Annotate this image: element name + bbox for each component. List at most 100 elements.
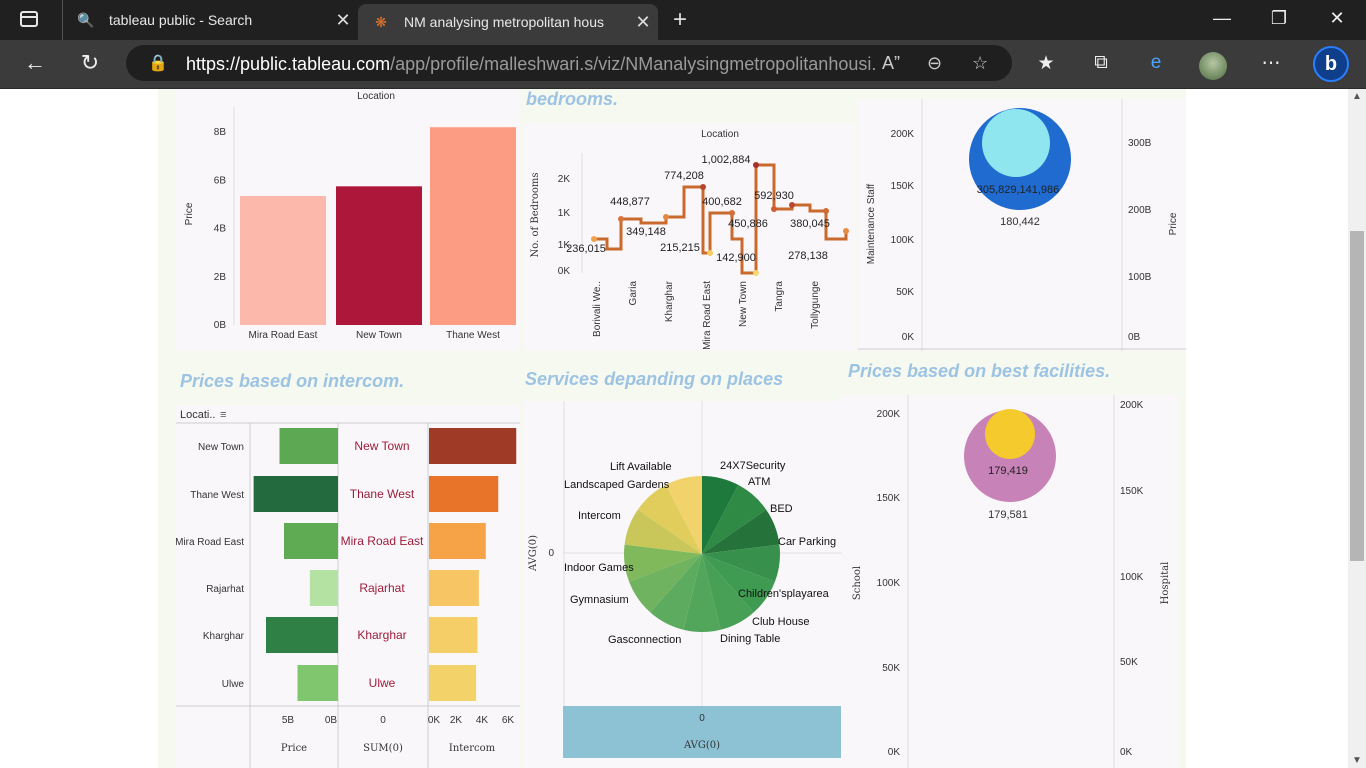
data-label: 236,015 bbox=[566, 243, 606, 255]
price-bar[interactable] bbox=[309, 570, 338, 606]
slice-label: Dining Table bbox=[720, 633, 780, 645]
intercom-bar[interactable] bbox=[429, 476, 499, 512]
scroll-down-icon[interactable]: ▼ bbox=[1352, 755, 1362, 766]
page-scrollbar[interactable]: ▲ ▼ bbox=[1348, 89, 1366, 768]
zoom-out-icon[interactable]: ⊖ bbox=[927, 53, 942, 74]
refresh-icon[interactable]: ↻ bbox=[75, 50, 105, 76]
url-text[interactable]: https://public.tableau.com/app/profile/m… bbox=[186, 54, 876, 75]
intercom-chart: Locati.. ≡ New Town New Town Thane West Tha… bbox=[175, 409, 520, 768]
line-point[interactable] bbox=[771, 206, 777, 212]
slice-label: Gasconnection bbox=[608, 634, 681, 646]
y-tick: 200K bbox=[1120, 400, 1144, 411]
line-point[interactable] bbox=[753, 270, 759, 276]
line-point[interactable] bbox=[823, 208, 829, 214]
minimize-button[interactable]: — bbox=[1207, 8, 1237, 29]
y-tick: 0K bbox=[1120, 747, 1133, 758]
price-bar-chart: Location Price 0B 2B 4B 6B 8B Mira Road East… bbox=[184, 91, 516, 341]
inner-bubble[interactable] bbox=[985, 409, 1035, 459]
line-point[interactable] bbox=[789, 202, 795, 208]
more-icon[interactable]: ⋯ bbox=[1258, 52, 1284, 75]
intercom-bar[interactable] bbox=[429, 570, 479, 606]
close-tab-icon[interactable]: ✕ bbox=[328, 10, 358, 31]
collections-icon[interactable]: ⧉ bbox=[1088, 52, 1114, 74]
intercom-bar[interactable] bbox=[429, 617, 478, 653]
facilities-bubble-chart: School Hospital 0K 50K 100K 150K 200K 0K 50K 1… bbox=[852, 395, 1171, 768]
scroll-thumb[interactable] bbox=[1350, 231, 1364, 561]
line-point[interactable] bbox=[843, 228, 849, 234]
bar[interactable] bbox=[430, 127, 516, 325]
intercom-bar[interactable] bbox=[429, 428, 517, 464]
right-axis-label: Hospital bbox=[1160, 562, 1171, 605]
line-point[interactable] bbox=[729, 210, 735, 216]
tab-tableau[interactable]: ❋ NM analysing metropolitan hous ✕ bbox=[358, 4, 658, 40]
read-aloud-icon[interactable]: A” bbox=[882, 53, 900, 74]
line-point[interactable] bbox=[663, 214, 669, 220]
line-point[interactable] bbox=[591, 236, 597, 242]
intercom-bar[interactable] bbox=[429, 665, 477, 701]
slice-label: BED bbox=[770, 503, 793, 515]
line-point[interactable] bbox=[753, 162, 759, 168]
y-tick: 4B bbox=[214, 224, 227, 235]
line-point[interactable] bbox=[707, 250, 713, 256]
y-tick: 200K bbox=[877, 409, 901, 420]
slice-label: Lift Available bbox=[610, 461, 672, 473]
close-tab-icon[interactable]: ✕ bbox=[628, 12, 658, 33]
back-icon[interactable]: ← bbox=[20, 50, 50, 76]
profile-avatar[interactable] bbox=[1199, 52, 1227, 80]
intercom-bar[interactable] bbox=[429, 523, 486, 559]
add-favorite-icon[interactable]: ☆ bbox=[972, 53, 988, 74]
favorites-icon[interactable]: ★ bbox=[1033, 52, 1059, 75]
data-label: 349,148 bbox=[626, 226, 666, 238]
inner-bubble[interactable] bbox=[982, 109, 1050, 177]
data-label: 278,138 bbox=[788, 250, 828, 262]
x-tick: 0 bbox=[380, 715, 386, 726]
price-bar[interactable] bbox=[266, 617, 338, 653]
y-tick: 8B bbox=[214, 127, 227, 138]
tab-actions-icon[interactable] bbox=[20, 11, 38, 27]
services-pie-panel: AVG(0) 0 24X7Security ATM BED Car Parking Ch… bbox=[524, 401, 856, 768]
close-window-button[interactable]: ✕ bbox=[1322, 8, 1352, 29]
left-axis-label: Maintenance Staff bbox=[866, 184, 877, 265]
price-bar[interactable] bbox=[253, 476, 338, 512]
scroll-up-icon[interactable]: ▲ bbox=[1352, 91, 1362, 102]
restore-button[interactable]: ❐ bbox=[1264, 8, 1294, 29]
sort-icon[interactable]: ≡ bbox=[220, 409, 226, 421]
x-tick: Tangra bbox=[774, 281, 785, 312]
bedrooms-heading: bedrooms. bbox=[526, 89, 619, 109]
url-field[interactable]: 🔒 https://public.tableau.com/app/profile… bbox=[126, 45, 1012, 81]
x-tick: 4K bbox=[476, 715, 489, 726]
y-tick: 2K bbox=[558, 174, 571, 185]
data-label: 1,002,884 bbox=[702, 154, 751, 166]
price-bar[interactable] bbox=[284, 523, 338, 559]
location-label: Location bbox=[701, 129, 739, 140]
address-bar: ← ↻ 🔒 https://public.tableau.com/app/pro… bbox=[0, 40, 1366, 89]
intercom-heading: Prices based on intercom. bbox=[180, 371, 405, 391]
sum-label: Rajarhat bbox=[359, 581, 405, 595]
bing-icon[interactable]: b bbox=[1313, 46, 1349, 82]
y-tick: 0K bbox=[888, 747, 901, 758]
slice-label: Gymnasium bbox=[570, 594, 629, 606]
y-tick: 2B bbox=[214, 272, 227, 283]
services-heading: Services depanding on places bbox=[525, 369, 784, 389]
price-bar[interactable] bbox=[279, 428, 339, 464]
lock-icon[interactable]: 🔒 bbox=[148, 53, 168, 73]
bar[interactable] bbox=[336, 186, 422, 325]
y-axis-label: AVG(0) bbox=[528, 535, 539, 572]
y-tick: 150K bbox=[891, 181, 915, 192]
tableau-icon: ❋ bbox=[375, 13, 387, 30]
x-tick: 0K bbox=[428, 715, 441, 726]
tab-title: NM analysing metropolitan hous bbox=[404, 14, 604, 30]
page-content: Location Price 0B 2B 4B 6B 8B Mira Road East… bbox=[0, 89, 1366, 768]
price-bar[interactable] bbox=[297, 665, 339, 701]
y-tick: 150K bbox=[1120, 486, 1144, 497]
y-tick: 100K bbox=[1120, 572, 1144, 583]
bar[interactable] bbox=[240, 195, 326, 325]
edge-icon[interactable]: e bbox=[1143, 52, 1169, 74]
tab-search[interactable]: 🔍 tableau public - Search ✕ bbox=[62, 0, 358, 40]
new-tab-button[interactable]: + bbox=[666, 6, 694, 34]
line-point[interactable] bbox=[618, 216, 624, 222]
x-tick: Mira Road East bbox=[249, 330, 318, 341]
line-point[interactable] bbox=[700, 184, 706, 190]
y-tick: 100K bbox=[877, 578, 901, 589]
x-tick: Mira Road East bbox=[702, 281, 713, 350]
